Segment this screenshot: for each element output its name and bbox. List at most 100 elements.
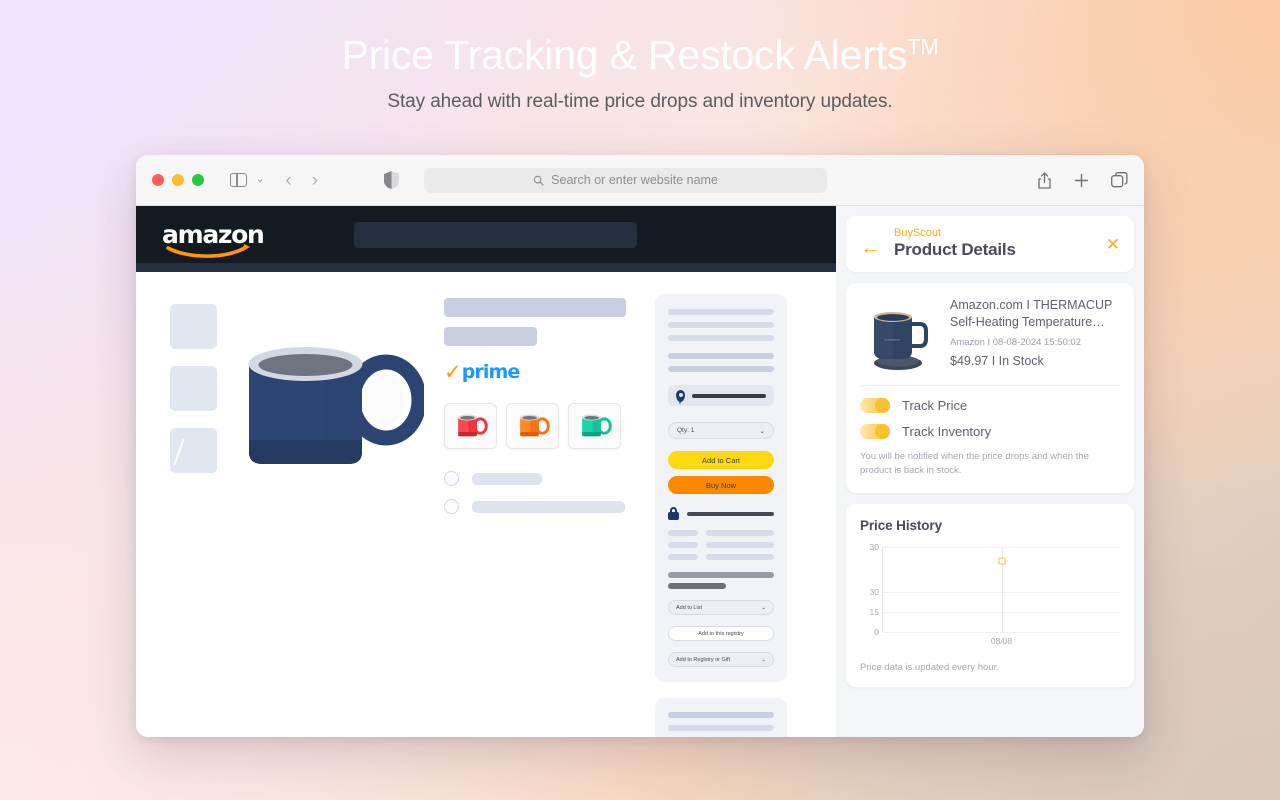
price-history-chart: 30 30 15 0 08/08 xyxy=(860,542,1120,646)
product-title-placeholder xyxy=(444,298,626,317)
option-label-placeholder xyxy=(472,472,542,485)
product-info-column: ✓ prime xyxy=(444,294,639,737)
product-subtitle-placeholder xyxy=(444,327,537,346)
forward-icon[interactable]: › xyxy=(312,171,318,190)
location-placeholder xyxy=(692,393,766,398)
amazon-search-input[interactable] xyxy=(354,221,637,248)
red-mug-icon xyxy=(457,414,488,437)
address-bar[interactable]: Search or enter website name xyxy=(424,167,828,193)
back-icon[interactable]: ‹ xyxy=(285,171,291,190)
product-option-rows xyxy=(444,471,639,514)
close-window-button[interactable] xyxy=(152,174,164,186)
track-price-toggle[interactable] xyxy=(860,398,890,413)
chevron-down-icon: ⌄ xyxy=(761,604,766,611)
chevron-down-icon[interactable]: ⌄ xyxy=(256,175,264,185)
radio-icon[interactable] xyxy=(444,499,459,514)
add-to-list-button[interactable]: Add to List ⌄ xyxy=(668,600,774,615)
product-thumbnail[interactable] xyxy=(170,428,217,473)
add-to-registry-link[interactable]: Add to this registry xyxy=(668,626,774,641)
buy-box-column: Qty: 1 ⌄ Add to Cart Buy Now Add to List… xyxy=(639,294,787,737)
product-meta: Amazon I 08-08-2024 15:50:02 xyxy=(950,336,1081,348)
red-mug-swatch[interactable] xyxy=(444,403,497,449)
browser-viewport: amazon ✓ prime Qty: 1 ⌄ Add to Cart Buy … xyxy=(136,206,1144,737)
share-icon[interactable] xyxy=(1037,171,1052,189)
extension-panel: ← BuyScout Product Details ✕ Amazon.com … xyxy=(836,206,1144,737)
track-price-row[interactable]: Track Price xyxy=(860,398,1120,413)
amazon-smile-icon xyxy=(166,244,250,258)
secondary-placeholder-line xyxy=(668,712,774,718)
amazon-navbar: amazon xyxy=(136,206,836,263)
product-option-row[interactable] xyxy=(444,499,639,514)
shield-icon[interactable] xyxy=(384,171,400,189)
teal-mug-swatch[interactable] xyxy=(568,403,621,449)
divider xyxy=(860,385,1120,386)
buybox-placeholder-line xyxy=(668,583,727,589)
panel-title: Product Details xyxy=(894,240,1016,259)
add-to-cart-button[interactable]: Add to Cart xyxy=(668,451,774,469)
amazon-subnav xyxy=(136,263,836,272)
track-inventory-row[interactable]: Track Inventory xyxy=(860,424,1120,439)
y-axis-tick: 15 xyxy=(869,606,879,617)
buy-box: Qty: 1 ⌄ Add to Cart Buy Now Add to List… xyxy=(655,294,787,682)
page-title: Price Tracking & Restock AlertsTM xyxy=(0,32,1280,78)
product-text-block: Amazon.com I THERMACUP Self-Heating Temp… xyxy=(950,297,1120,373)
trademark-mark: TM xyxy=(907,34,939,60)
secondary-buy-box xyxy=(655,698,787,737)
product-page-content: ✓ prime Qty: 1 ⌄ Add to Cart Buy Now Add… xyxy=(136,272,836,737)
navigation-buttons: ‹ › xyxy=(285,171,318,190)
minimize-window-button[interactable] xyxy=(172,174,184,186)
close-icon[interactable]: ✕ xyxy=(1106,236,1120,253)
amazon-logo[interactable]: amazon xyxy=(162,222,265,258)
buybox-detail-rows xyxy=(668,530,774,560)
plus-icon[interactable] xyxy=(1074,173,1089,188)
track-inventory-label: Track Inventory xyxy=(902,424,992,439)
registry-dropdown-button[interactable]: Add to Registry or Gift ⌄ xyxy=(668,652,774,667)
buybox-placeholder-line xyxy=(668,353,774,359)
product-thumbnail[interactable] xyxy=(170,304,217,349)
quantity-label: Qty: 1 xyxy=(677,427,695,434)
y-axis-tick: 0 xyxy=(874,626,879,637)
price-history-footer: Price data is updated every hour. xyxy=(860,661,999,673)
buy-now-button[interactable]: Buy Now xyxy=(668,476,774,494)
buybox-placeholder-line xyxy=(668,322,774,328)
option-label-placeholder xyxy=(472,500,625,513)
chart-data-point[interactable] xyxy=(998,557,1005,565)
prime-check-icon: ✓ xyxy=(444,360,462,384)
prime-label: prime xyxy=(461,361,521,383)
product-option-row[interactable] xyxy=(444,471,639,486)
browser-window: ⌄ ‹ › Search or enter website name amazo… xyxy=(136,155,1144,737)
address-bar-placeholder: Search or enter website name xyxy=(551,173,718,187)
chart-plot-area: 30 30 15 0 08/08 xyxy=(870,542,1120,646)
brand-label: BuyScout xyxy=(894,227,942,239)
add-registry-label: Add to Registry or Gift xyxy=(676,656,731,663)
buybox-detail-row xyxy=(668,530,774,536)
quantity-select[interactable]: Qty: 1 ⌄ xyxy=(668,422,774,439)
radio-icon[interactable] xyxy=(444,471,459,486)
product-thumbnail[interactable] xyxy=(170,366,217,411)
amazon-page: amazon ✓ prime Qty: 1 ⌄ Add to Cart Buy … xyxy=(136,206,836,737)
product-thumbnail-image xyxy=(860,297,938,373)
delivery-location[interactable] xyxy=(668,385,774,406)
maximize-window-button[interactable] xyxy=(192,174,204,186)
product-hero-image xyxy=(204,294,444,737)
chevron-down-icon: ⌄ xyxy=(759,427,765,435)
product-title: Amazon.com I THERMACUP Self-Heating Temp… xyxy=(950,298,1113,330)
product-summary: Amazon.com I THERMACUP Self-Heating Temp… xyxy=(860,297,1120,373)
product-details-card: Amazon.com I THERMACUP Self-Heating Temp… xyxy=(846,283,1134,493)
track-inventory-toggle[interactable] xyxy=(860,424,890,439)
teal-mug-icon xyxy=(581,414,612,437)
back-icon[interactable]: ← xyxy=(860,237,881,258)
buybox-placeholder-line xyxy=(668,309,774,315)
navy-mug-illustration xyxy=(248,347,424,464)
sidebar-toggle-icon[interactable] xyxy=(230,173,247,187)
toolbar-right-icons xyxy=(1037,171,1128,189)
price-history-title: Price History xyxy=(860,517,942,533)
buybox-placeholder-line xyxy=(668,335,774,341)
toolbar-left-icons: ⌄ xyxy=(230,173,264,187)
buybox-detail-row xyxy=(668,542,774,548)
orange-mug-icon xyxy=(519,414,550,437)
product-price-stock: $49.97 I In Stock xyxy=(950,353,1044,368)
browser-toolbar: ⌄ ‹ › Search or enter website name xyxy=(136,155,1144,206)
tab-overview-icon[interactable] xyxy=(1111,172,1128,188)
orange-mug-swatch[interactable] xyxy=(506,403,559,449)
